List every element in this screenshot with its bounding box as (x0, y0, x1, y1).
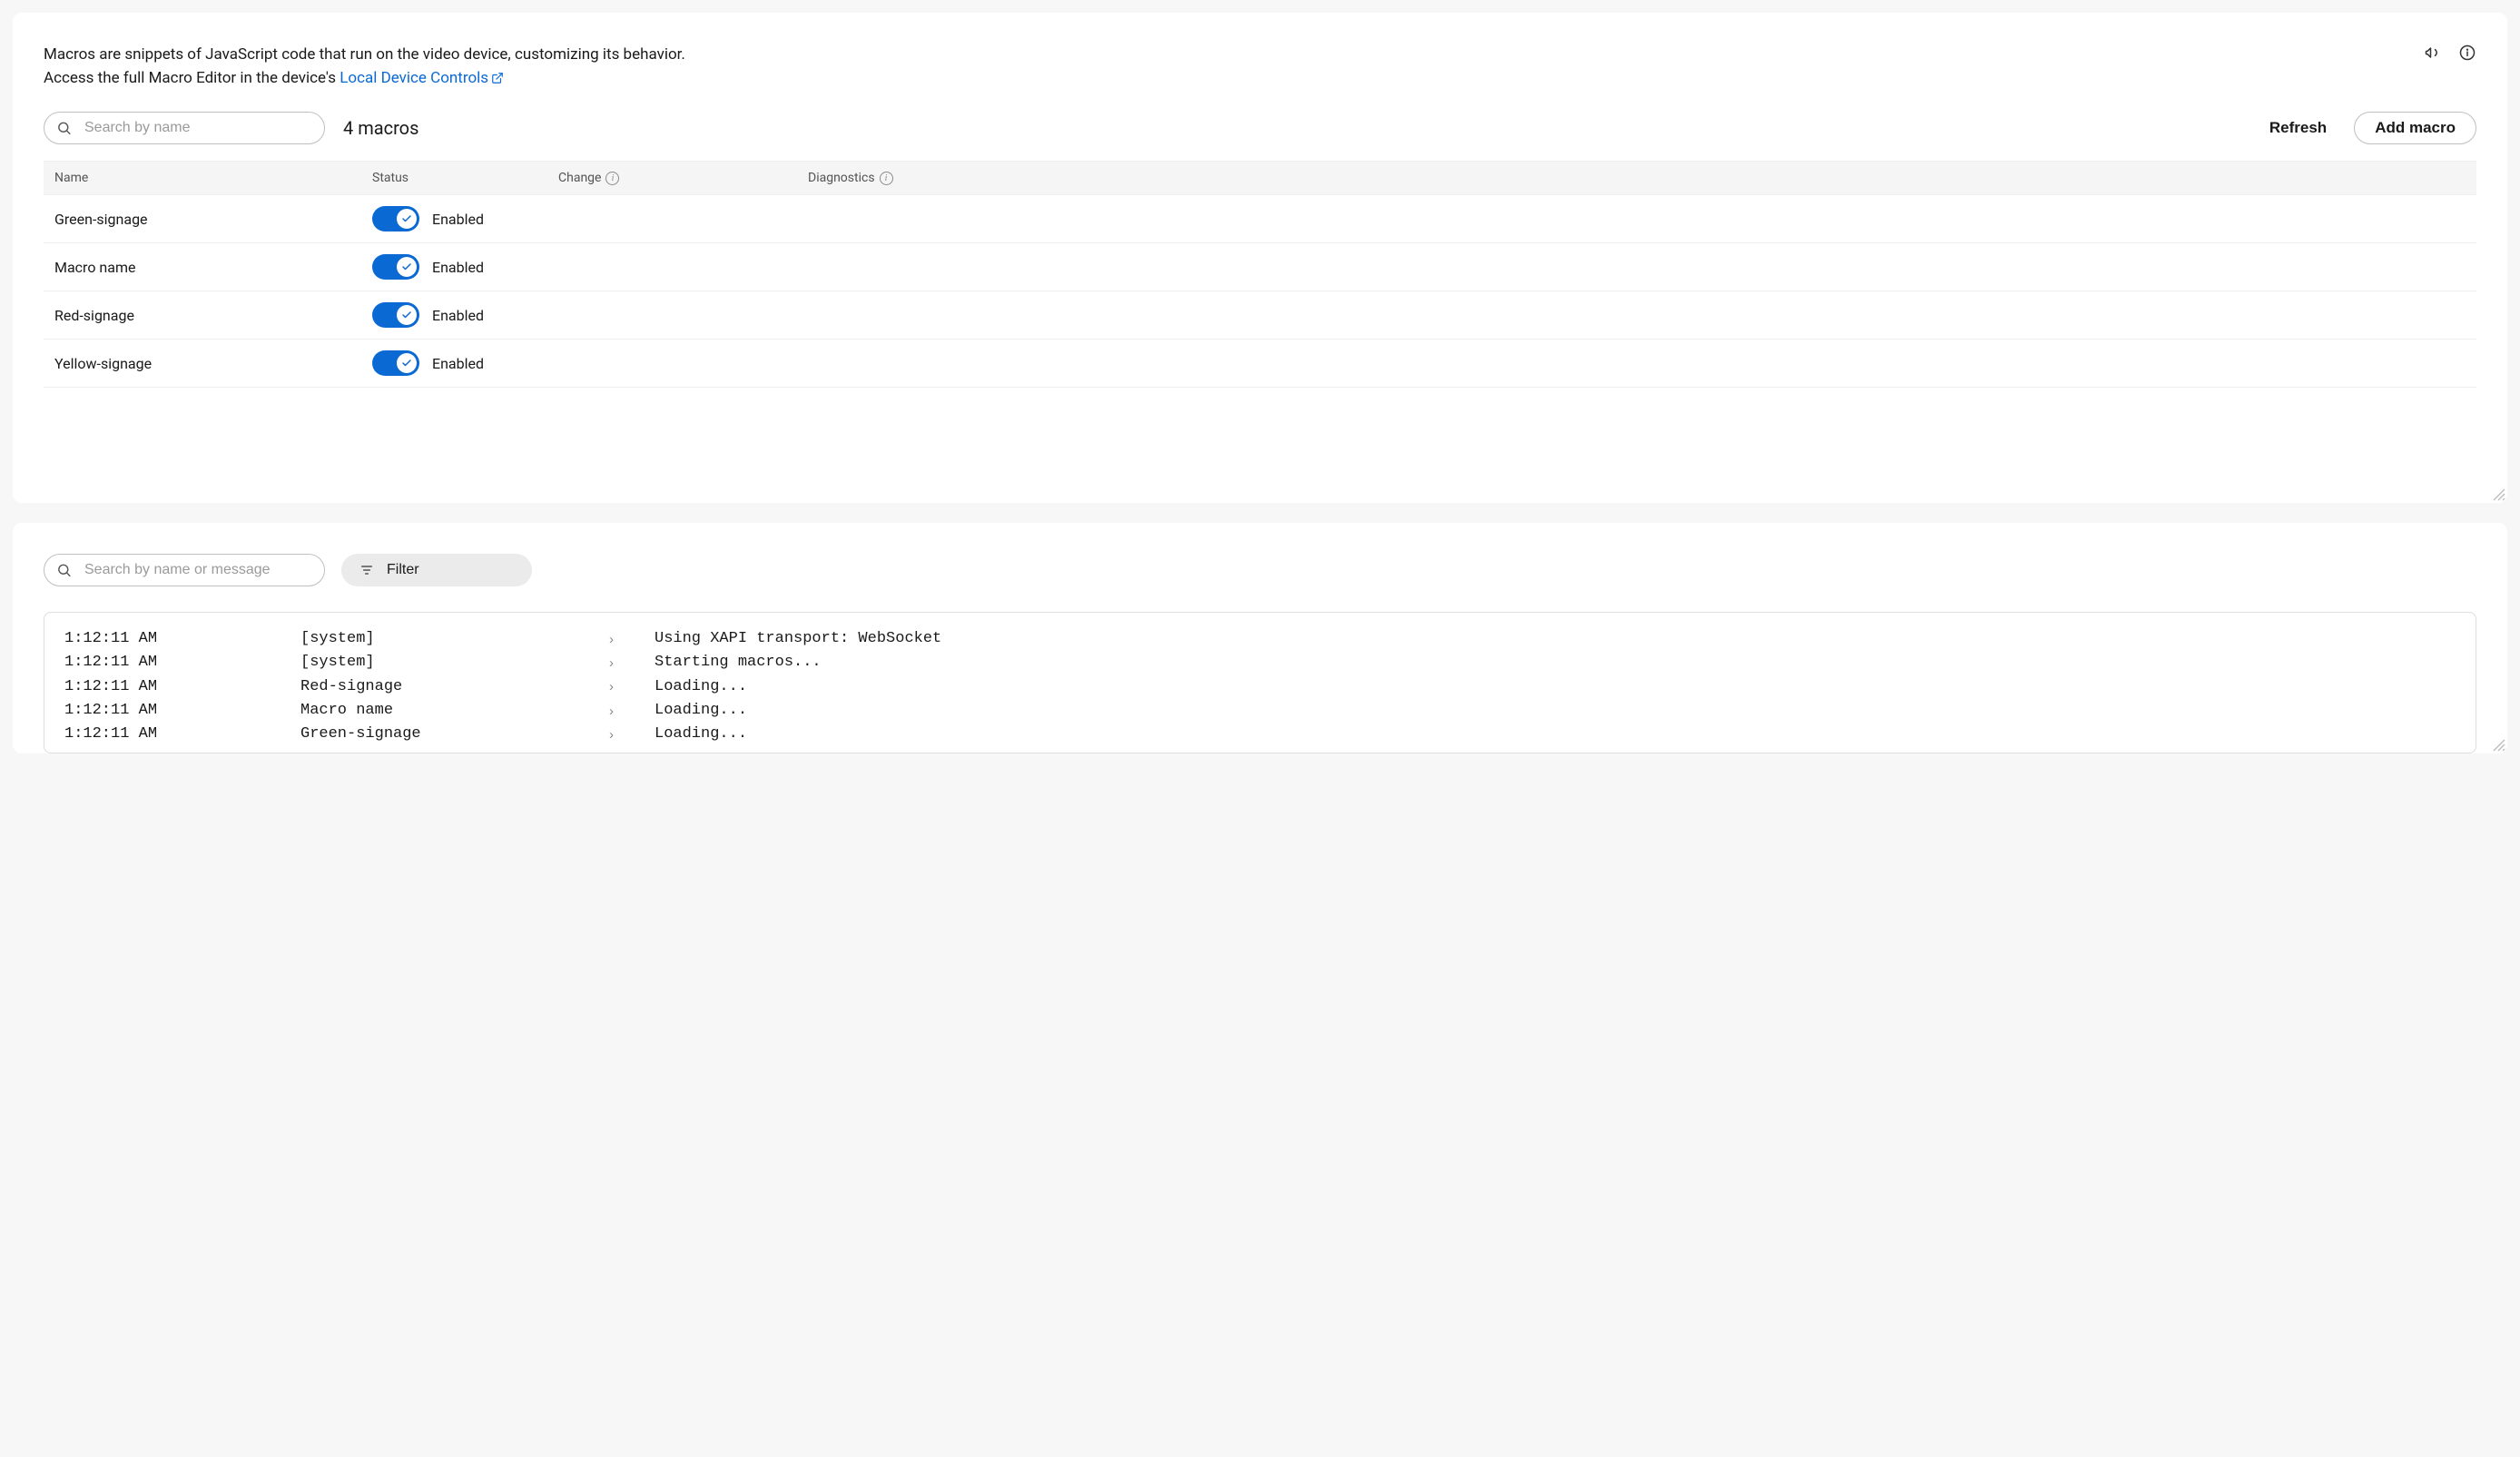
table-header: Name Status Changei Diagnosticsi (44, 161, 2476, 195)
log-row: 1:12:11 AMGreen-signage›Loading... (64, 723, 2456, 746)
table-row[interactable]: Red-signage Enabled (44, 291, 2476, 340)
log-search-wrap (44, 554, 325, 586)
log-message: Loading... (655, 723, 2456, 746)
log-search-input[interactable] (44, 554, 325, 586)
search-wrap (44, 112, 325, 144)
intro-text: Macros are snippets of JavaScript code t… (44, 44, 2476, 90)
macros-table: Name Status Changei Diagnosticsi Green-s… (44, 161, 2476, 388)
log-time: 1:12:11 AM (64, 675, 300, 699)
macros-toolbar: 4 macros Refresh Add macro (44, 112, 2476, 144)
chevron-right-icon: › (609, 724, 655, 745)
log-row: 1:12:11 AM[system]›Starting macros... (64, 651, 2456, 674)
status-label: Enabled (432, 355, 484, 372)
info-icon[interactable]: i (880, 172, 893, 185)
table-row[interactable]: Yellow-signage Enabled (44, 340, 2476, 388)
log-row: 1:12:11 AM[system]›Using XAPI transport:… (64, 627, 2456, 651)
table-row[interactable]: Green-signage Enabled (44, 195, 2476, 243)
header-status: Status (372, 171, 558, 185)
macro-count: 4 macros (343, 117, 418, 139)
log-message: Starting macros... (655, 651, 2456, 674)
filter-icon (359, 563, 374, 577)
resize-handle-icon[interactable] (2493, 488, 2505, 501)
header-change: Changei (558, 171, 808, 185)
macro-name: Green-signage (54, 211, 372, 228)
status-toggle[interactable] (372, 254, 419, 280)
log-time: 1:12:11 AM (64, 651, 300, 674)
macro-name: Red-signage (54, 307, 372, 324)
status-toggle[interactable] (372, 206, 419, 231)
macro-name: Macro name (54, 259, 372, 276)
status-label: Enabled (432, 259, 484, 276)
header-diagnostics: Diagnosticsi (808, 171, 2466, 185)
log-source: Red-signage (300, 675, 609, 699)
add-macro-button[interactable]: Add macro (2354, 112, 2476, 144)
log-output: 1:12:11 AM[system]›Using XAPI transport:… (44, 612, 2476, 753)
announcement-icon[interactable] (2424, 44, 2442, 62)
search-icon (56, 121, 72, 136)
filter-button[interactable]: Filter (341, 554, 532, 586)
log-toolbar: Filter (44, 554, 2476, 586)
local-device-controls-link[interactable]: Local Device Controls (340, 69, 504, 87)
log-row: 1:12:11 AMRed-signage›Loading... (64, 675, 2456, 699)
log-source: Green-signage (300, 723, 609, 746)
macro-name: Yellow-signage (54, 355, 372, 372)
info-icon[interactable]: i (605, 172, 619, 185)
log-source: [system] (300, 627, 609, 651)
status-label: Enabled (432, 211, 484, 228)
table-row[interactable]: Macro name Enabled (44, 243, 2476, 291)
resize-handle-icon[interactable] (2493, 739, 2505, 752)
log-panel: Filter 1:12:11 AM[system]›Using XAPI tra… (13, 523, 2507, 753)
header-name: Name (54, 171, 372, 185)
macros-panel: Macros are snippets of JavaScript code t… (13, 13, 2507, 503)
log-message: Loading... (655, 699, 2456, 723)
log-time: 1:12:11 AM (64, 627, 300, 651)
log-source: [system] (300, 651, 609, 674)
log-time: 1:12:11 AM (64, 723, 300, 746)
status-toggle[interactable] (372, 350, 419, 376)
search-icon (56, 563, 72, 578)
status-toggle[interactable] (372, 302, 419, 328)
status-label: Enabled (432, 307, 484, 324)
log-source: Macro name (300, 699, 609, 723)
chevron-right-icon: › (609, 701, 655, 722)
chevron-right-icon: › (609, 676, 655, 697)
chevron-right-icon: › (609, 629, 655, 650)
info-icon[interactable] (2458, 44, 2476, 62)
log-row: 1:12:11 AMMacro name›Loading... (64, 699, 2456, 723)
log-message: Using XAPI transport: WebSocket (655, 627, 2456, 651)
search-input[interactable] (44, 112, 325, 144)
chevron-right-icon: › (609, 653, 655, 674)
log-message: Loading... (655, 675, 2456, 699)
log-time: 1:12:11 AM (64, 699, 300, 723)
refresh-button[interactable]: Refresh (2260, 113, 2336, 143)
